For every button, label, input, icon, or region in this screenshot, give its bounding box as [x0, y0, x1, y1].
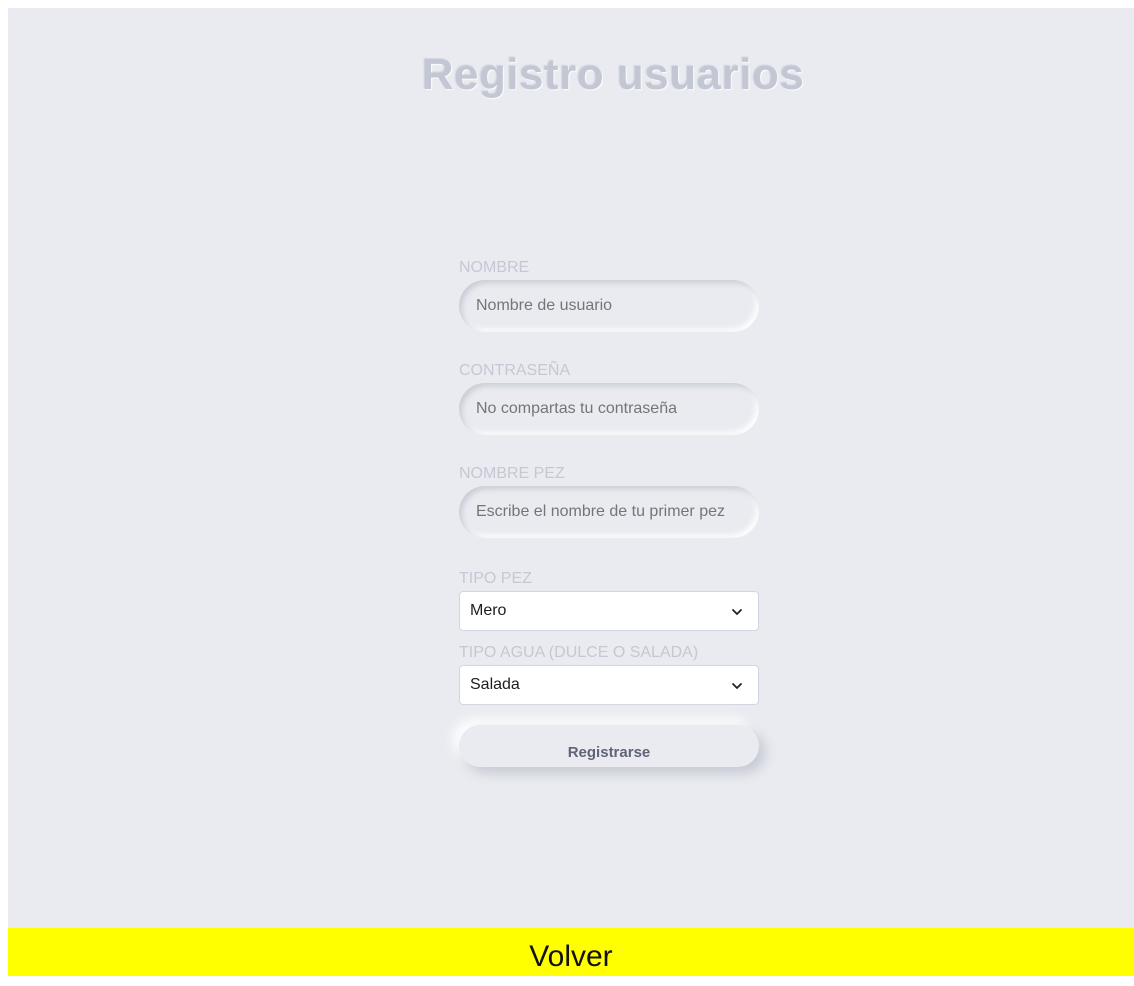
nombre-pez-input[interactable]	[459, 486, 759, 538]
register-button[interactable]: Registrarse	[459, 725, 759, 767]
page-background: Registro usuarios NOMBRE CONTRASEÑA NOMB…	[8, 8, 1134, 976]
nombre-input[interactable]	[459, 280, 759, 332]
contrasena-label: CONTRASEÑA	[459, 362, 571, 379]
tipo-agua-value: Salada	[470, 676, 520, 693]
tipo-agua-label: TIPO AGUA (DULCE O SALADA)	[459, 644, 699, 661]
back-button[interactable]: Volver	[8, 928, 1134, 976]
tipo-agua-select[interactable]: Salada	[459, 665, 759, 705]
registration-form: NOMBRE CONTRASEÑA NOMBRE PEZ TIPO PEZ Me…	[459, 258, 759, 767]
chevron-down-icon	[732, 683, 742, 689]
tipo-pez-select[interactable]: Mero	[459, 591, 759, 631]
tipo-pez-label: TIPO PEZ	[459, 570, 532, 587]
nombre-label: NOMBRE	[459, 259, 530, 276]
nombre-pez-label: NOMBRE PEZ	[459, 465, 565, 482]
chevron-down-icon	[732, 609, 742, 615]
tipo-pez-value: Mero	[470, 602, 507, 619]
page-title: Registro usuarios	[421, 50, 805, 99]
contrasena-input[interactable]	[459, 383, 759, 435]
